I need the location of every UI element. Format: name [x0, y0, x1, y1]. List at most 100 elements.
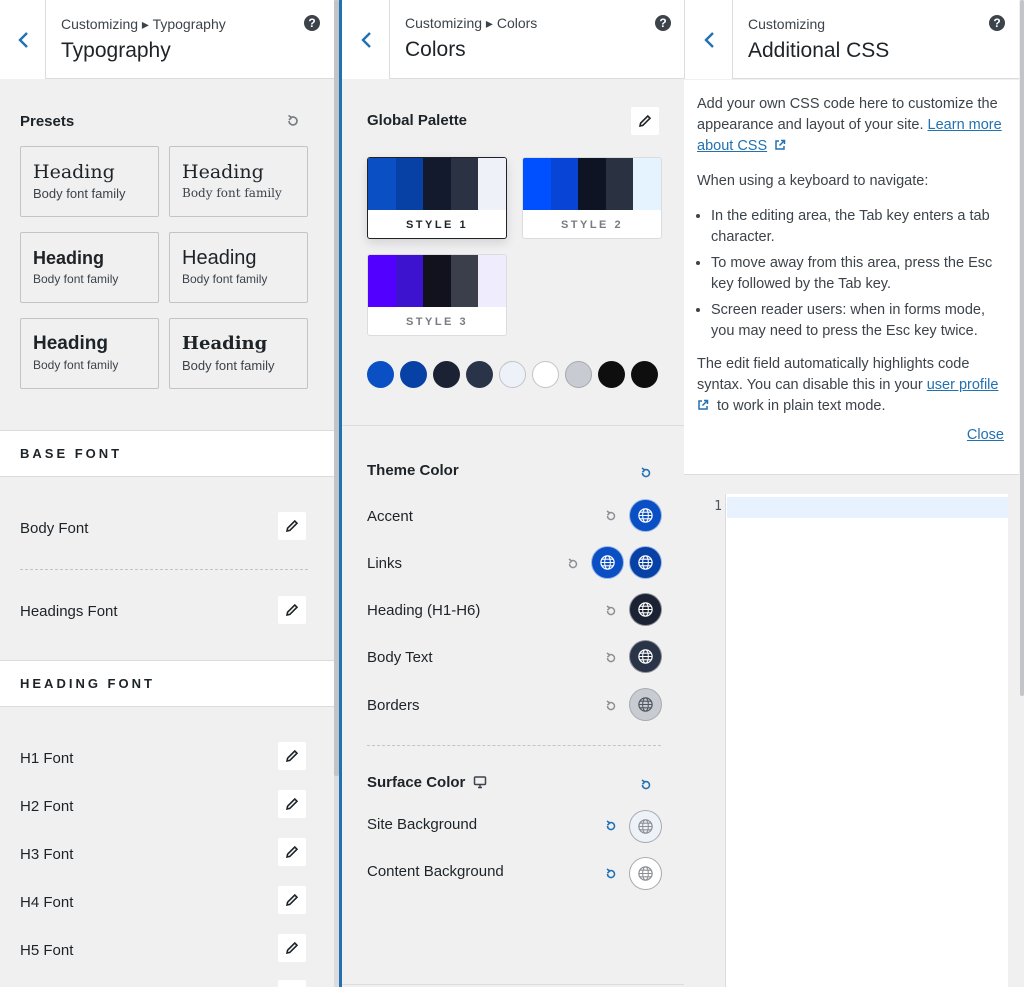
- edit-h5-font-button[interactable]: [278, 934, 306, 962]
- back-button[interactable]: [342, 0, 390, 79]
- edit-h1-font-button[interactable]: [278, 742, 306, 770]
- list-item: Screen reader users: when in forms mode,…: [711, 300, 1007, 342]
- h5-font-label: H5 Font: [20, 942, 74, 959]
- edit-h4-font-button[interactable]: [278, 886, 306, 914]
- palette-label: STYLE 2: [560, 218, 624, 231]
- preset-heading: Heading: [182, 247, 257, 269]
- desktop-icon[interactable]: [473, 775, 487, 789]
- back-button[interactable]: [0, 0, 46, 79]
- reset-icon[interactable]: [286, 114, 300, 128]
- content-background-color-button[interactable]: [630, 858, 661, 889]
- edit-body-font-button[interactable]: [278, 512, 306, 540]
- edit-headings-font-button[interactable]: [278, 596, 306, 624]
- palette-strip: [523, 158, 661, 210]
- h2-font-label: H2 Font: [20, 798, 74, 815]
- preset-card-2[interactable]: Heading Body font family: [169, 146, 308, 217]
- pencil-icon: [285, 845, 299, 859]
- color-swatch-5[interactable]: [499, 361, 526, 388]
- site-background-label: Site Background: [367, 816, 478, 833]
- preset-card-3[interactable]: Heading Body font family: [20, 232, 159, 303]
- preset-body: Body font family: [33, 186, 126, 201]
- globe-icon: [638, 508, 653, 523]
- preset-heading: Heading: [182, 161, 264, 183]
- preset-card-4[interactable]: Heading Body font family: [169, 232, 308, 303]
- accent-color-button[interactable]: [630, 500, 661, 531]
- divider: [367, 745, 661, 746]
- colors-header: Customizing ▸ Colors Colors ?: [342, 0, 684, 79]
- color-swatch-9[interactable]: [631, 361, 658, 388]
- reset-icon[interactable]: [605, 820, 617, 832]
- scrollbar-thumb[interactable]: [1020, 0, 1024, 696]
- edit-next-font-button[interactable]: [278, 980, 306, 987]
- reset-icon[interactable]: [605, 510, 617, 522]
- palette-style-1[interactable]: STYLE 1: [367, 157, 507, 239]
- preset-card-5[interactable]: Heading Body font family: [20, 318, 159, 389]
- divider: [20, 569, 308, 570]
- reset-icon[interactable]: [605, 700, 617, 712]
- color-swatch-4[interactable]: [466, 361, 493, 388]
- css-code-editor[interactable]: 1: [694, 494, 1008, 987]
- reset-icon[interactable]: [605, 868, 617, 880]
- links-label: Links: [367, 555, 403, 572]
- links-hover-color-button[interactable]: [630, 547, 661, 578]
- links-color-button[interactable]: [592, 547, 623, 578]
- divider: [342, 984, 684, 985]
- css-scrollbar[interactable]: [1019, 0, 1024, 987]
- back-button[interactable]: [685, 0, 733, 79]
- preset-body: Body font family: [182, 358, 275, 373]
- pencil-icon: [285, 797, 299, 811]
- color-swatch-7[interactable]: [565, 361, 592, 388]
- pencil-icon: [285, 519, 299, 533]
- edit-h3-font-button[interactable]: [278, 838, 306, 866]
- palette-strip: [368, 158, 506, 210]
- color-swatch-2[interactable]: [400, 361, 427, 388]
- globe-icon: [600, 555, 615, 570]
- palette-label: STYLE 1: [405, 218, 469, 231]
- reset-icon[interactable]: [567, 558, 579, 570]
- typography-header: Customizing ▸ Typography Typography ?: [0, 0, 334, 79]
- help-icon[interactable]: ?: [655, 15, 671, 31]
- user-profile-link[interactable]: user profile: [927, 377, 999, 393]
- color-swatch-3[interactable]: [433, 361, 460, 388]
- help-icon[interactable]: ?: [304, 15, 320, 31]
- color-swatch-6[interactable]: [532, 361, 559, 388]
- css-help-text: Add your own CSS code here to customize …: [684, 80, 1020, 475]
- color-swatch-8[interactable]: [598, 361, 625, 388]
- reset-icon[interactable]: [640, 779, 652, 791]
- globe-icon: [638, 866, 653, 881]
- preset-heading: Heading: [33, 333, 108, 354]
- h4-font-label: H4 Font: [20, 894, 74, 911]
- globe-icon: [638, 697, 653, 712]
- h1-font-label: H1 Font: [20, 750, 74, 767]
- active-line[interactable]: [727, 497, 1008, 518]
- reset-icon[interactable]: [605, 605, 617, 617]
- preset-card-1[interactable]: Heading Body font family: [20, 146, 159, 217]
- reset-icon[interactable]: [605, 652, 617, 664]
- edit-palette-button[interactable]: [631, 107, 659, 135]
- palette-style-3[interactable]: STYLE 3: [367, 254, 507, 336]
- pencil-icon: [285, 893, 299, 907]
- breadcrumb: Customizing: [748, 16, 826, 32]
- color-swatch-1[interactable]: [367, 361, 394, 388]
- content-background-label: Content Background: [367, 863, 504, 880]
- palette-style-2[interactable]: STYLE 2: [522, 157, 662, 239]
- site-background-color-button[interactable]: [630, 811, 661, 842]
- external-link-icon: [775, 139, 786, 150]
- preset-card-6[interactable]: Heading Body font family: [169, 318, 308, 389]
- help-icon[interactable]: ?: [989, 15, 1005, 31]
- reset-icon[interactable]: [640, 467, 652, 479]
- pencil-icon: [638, 114, 652, 128]
- additional-css-panel: Customizing Additional CSS ? Add your ow…: [684, 0, 1020, 987]
- outro-text-end: to work in plain text mode.: [713, 398, 886, 414]
- close-link[interactable]: Close: [967, 425, 1004, 446]
- borders-color-button[interactable]: [630, 689, 661, 720]
- line-number: 1: [714, 499, 722, 514]
- global-palette-title: Global Palette: [367, 112, 468, 129]
- body-text-color-button[interactable]: [630, 641, 661, 672]
- heading-color-button[interactable]: [630, 594, 661, 625]
- palette-strip: [368, 255, 506, 307]
- preset-heading: Heading: [182, 333, 268, 354]
- globe-icon: [638, 649, 653, 664]
- edit-h2-font-button[interactable]: [278, 790, 306, 818]
- css-header: Customizing Additional CSS ?: [684, 0, 1020, 79]
